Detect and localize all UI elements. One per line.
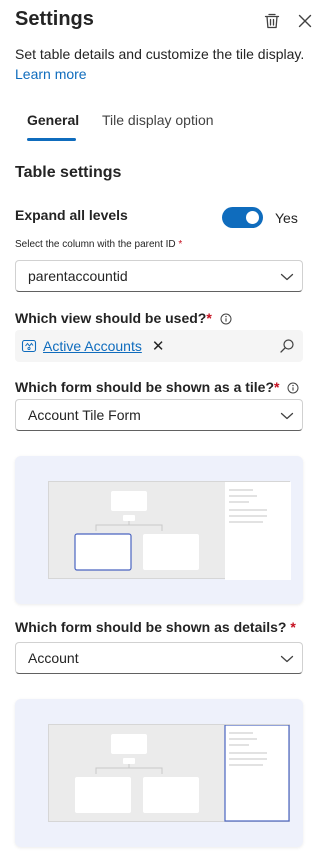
panel-description: Set table details and customize the tile… xyxy=(15,44,315,84)
details-preview-canvas xyxy=(48,724,290,822)
required-mark: * xyxy=(206,310,212,326)
parent-column-label: Select the column with the parent ID * xyxy=(15,239,182,250)
info-icon[interactable] xyxy=(287,382,299,394)
details-form-preview xyxy=(15,699,303,847)
tab-list: General Tile display option xyxy=(15,108,315,142)
tab-tile-display-option[interactable]: Tile display option xyxy=(102,112,214,128)
learn-more-link[interactable]: Learn more xyxy=(15,66,87,82)
tile-form-label-text: Which form should be shown as a tile? xyxy=(15,379,275,395)
tile-form-preview xyxy=(15,456,303,604)
parent-column-dropdown[interactable]: parentaccountid xyxy=(15,260,303,292)
view-tag-link[interactable]: Active Accounts xyxy=(43,338,142,354)
panel-title: Settings xyxy=(15,8,94,30)
tile-form-value: Account Tile Form xyxy=(28,407,141,423)
required-mark: * xyxy=(178,239,183,250)
chevron-down-icon xyxy=(280,655,294,663)
tab-general[interactable]: General xyxy=(27,112,79,128)
details-form-value: Account xyxy=(28,650,79,666)
tile-form-label: Which form should be shown as a tile?* xyxy=(15,379,299,395)
parent-column-label-text: Select the column with the parent ID xyxy=(15,239,176,250)
view-entity-icon xyxy=(21,339,37,353)
required-mark: * xyxy=(290,619,296,635)
remove-tag-icon[interactable]: ✕ xyxy=(152,337,165,355)
section-title: Table settings xyxy=(15,164,122,181)
tile-preview-canvas xyxy=(48,481,291,580)
details-preview-illustration xyxy=(75,724,290,822)
chevron-down-icon xyxy=(280,412,294,420)
expand-all-label: Expand all levels xyxy=(15,207,128,223)
chevron-down-icon xyxy=(280,273,294,281)
expand-all-value: Yes xyxy=(275,210,298,226)
view-label: Which view should be used?* xyxy=(15,310,232,326)
expand-all-toggle[interactable] xyxy=(222,207,263,228)
view-label-text: Which view should be used? xyxy=(15,310,207,326)
parent-column-value: parentaccountid xyxy=(28,268,128,284)
tile-preview-illustration xyxy=(74,482,291,580)
panel-header: Settings xyxy=(15,8,315,34)
search-icon[interactable] xyxy=(279,338,295,354)
details-form-label: Which form should be shown as details? * xyxy=(15,619,296,635)
view-tag: Active Accounts ✕ xyxy=(21,334,164,358)
close-icon xyxy=(298,14,312,28)
delete-button[interactable] xyxy=(261,10,283,32)
description-text: Set table details and customize the tile… xyxy=(15,46,305,62)
details-form-dropdown[interactable]: Account xyxy=(15,642,303,674)
selected-tab-indicator xyxy=(27,138,76,141)
tile-form-dropdown[interactable]: Account Tile Form xyxy=(15,399,303,431)
trash-icon xyxy=(264,13,280,29)
required-mark: * xyxy=(274,379,280,395)
view-lookup-field[interactable]: Active Accounts ✕ xyxy=(15,330,303,362)
info-icon[interactable] xyxy=(220,313,232,325)
close-button[interactable] xyxy=(294,10,316,32)
details-form-label-text: Which form should be shown as details? xyxy=(15,619,287,635)
toggle-knob xyxy=(246,211,259,224)
